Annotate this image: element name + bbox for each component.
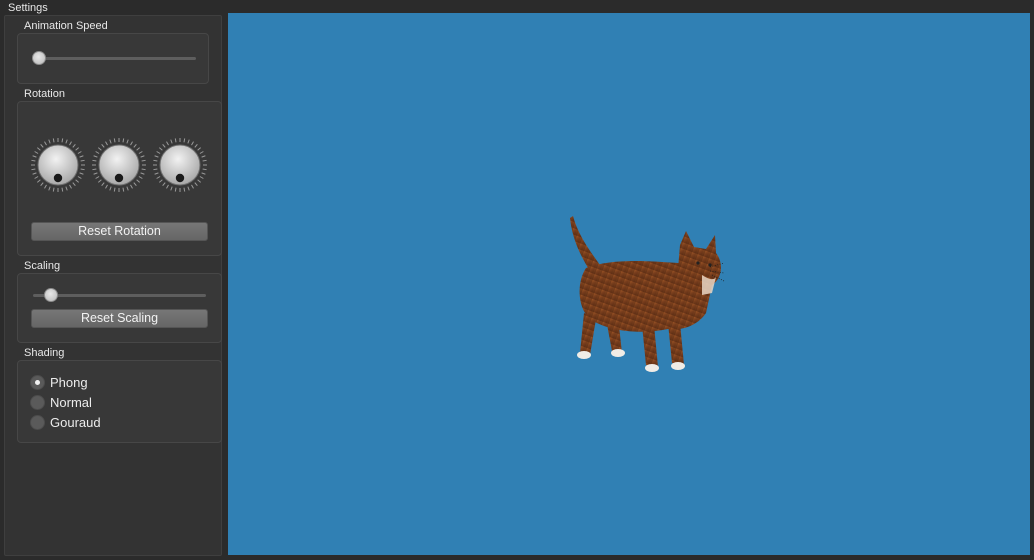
animation-speed-group xyxy=(17,33,209,84)
shading-option-normal[interactable]: Normal xyxy=(30,393,92,411)
settings-panel: Animation Speed Rotation Reset Rotation … xyxy=(4,15,222,556)
scaling-slider-track[interactable] xyxy=(33,294,206,297)
cat-icon xyxy=(570,216,725,372)
window-title: Settings xyxy=(8,2,48,14)
radio-button[interactable] xyxy=(30,374,45,390)
rotation-x-dial[interactable] xyxy=(30,137,86,193)
rotation-group: Reset Rotation xyxy=(17,101,222,256)
radio-label: Normal xyxy=(50,394,92,410)
radio-label: Gouraud xyxy=(50,414,101,430)
reset-rotation-button[interactable]: Reset Rotation xyxy=(31,222,208,241)
animation-speed-slider-thumb[interactable] xyxy=(32,51,46,65)
animation-speed-slider-track[interactable] xyxy=(32,57,196,60)
animation-speed-label: Animation Speed xyxy=(24,20,108,32)
3d-viewport[interactable] xyxy=(228,13,1030,555)
radio-button[interactable] xyxy=(30,394,45,410)
scaling-group: Reset Scaling xyxy=(17,273,222,343)
shading-option-gouraud[interactable]: Gouraud xyxy=(30,413,101,431)
reset-scaling-button[interactable]: Reset Scaling xyxy=(31,309,208,328)
rotation-label: Rotation xyxy=(24,88,65,100)
scaling-slider-thumb[interactable] xyxy=(44,288,59,302)
shading-option-phong[interactable]: Phong xyxy=(30,373,88,391)
shading-group: Phong Normal Gouraud xyxy=(17,360,222,443)
scaling-label: Scaling xyxy=(24,260,61,272)
radio-label: Phong xyxy=(50,374,88,390)
rotation-y-dial[interactable] xyxy=(91,137,147,193)
radio-button[interactable] xyxy=(30,414,45,430)
shading-label: Shading xyxy=(24,347,65,359)
rotation-z-dial[interactable] xyxy=(152,137,208,193)
